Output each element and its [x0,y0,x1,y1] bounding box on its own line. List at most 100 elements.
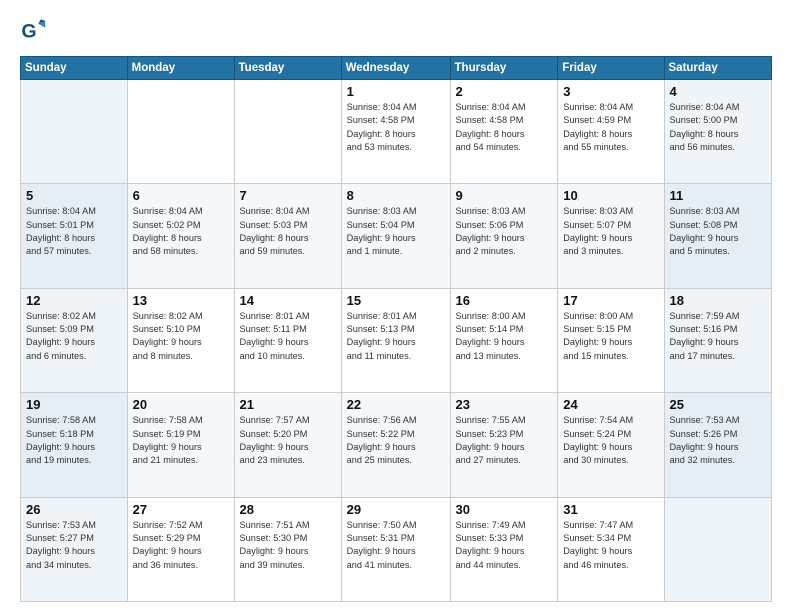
day-info: Sunrise: 7:55 AM Sunset: 5:23 PM Dayligh… [456,414,553,467]
calendar-cell: 20 Sunrise: 7:58 AM Sunset: 5:19 PM Dayli… [127,393,234,497]
day-info: Sunrise: 7:56 AM Sunset: 5:22 PM Dayligh… [347,414,445,467]
calendar-cell: 28 Sunrise: 7:51 AM Sunset: 5:30 PM Dayli… [234,497,341,601]
calendar-cell: 10Sunrise: 8:03 AM Sunset: 5:07 PM Dayli… [558,184,664,288]
weekday-wednesday: Wednesday [341,57,450,80]
day-number: 15 [347,293,445,308]
day-info: Sunrise: 8:03 AM Sunset: 5:08 PM Dayligh… [670,205,767,258]
calendar-cell: 25 Sunrise: 7:53 AM Sunset: 5:26 PM Dayli… [664,393,772,497]
week-row-2: 5Sunrise: 8:04 AM Sunset: 5:01 PM Daylig… [21,184,772,288]
day-number: 29 [347,502,445,517]
calendar-cell: 21 Sunrise: 7:57 AM Sunset: 5:20 PM Dayli… [234,393,341,497]
day-info: Sunrise: 8:04 AM Sunset: 4:58 PM Dayligh… [347,101,445,154]
day-info: Sunrise: 7:52 AM Sunset: 5:29 PM Dayligh… [133,519,229,572]
weekday-friday: Friday [558,57,664,80]
weekday-header-row: SundayMondayTuesdayWednesdayThursdayFrid… [21,57,772,80]
day-number: 3 [563,84,658,99]
calendar-cell: 16 Sunrise: 8:00 AM Sunset: 5:14 PM Dayli… [450,288,558,392]
day-info: Sunrise: 7:59 AM Sunset: 5:16 PM Dayligh… [670,310,767,363]
calendar-cell: 2 Sunrise: 8:04 AM Sunset: 4:58 PM Daylig… [450,80,558,184]
calendar-cell: 11 Sunrise: 8:03 AM Sunset: 5:08 PM Dayli… [664,184,772,288]
calendar-cell [127,80,234,184]
day-info: Sunrise: 7:53 AM Sunset: 5:26 PM Dayligh… [670,414,767,467]
calendar-cell: 31 Sunrise: 7:47 AM Sunset: 5:34 PM Dayli… [558,497,664,601]
day-info: Sunrise: 8:04 AM Sunset: 4:58 PM Dayligh… [456,101,553,154]
logo: G [20,18,52,46]
day-info: Sunrise: 8:03 AM Sunset: 5:06 PM Dayligh… [456,205,553,258]
calendar-cell: 12 Sunrise: 8:02 AM Sunset: 5:09 PM Dayli… [21,288,128,392]
calendar-cell: 7 Sunrise: 8:04 AM Sunset: 5:03 PM Daylig… [234,184,341,288]
day-info: Sunrise: 8:04 AM Sunset: 5:03 PM Dayligh… [240,205,336,258]
day-info: Sunrise: 8:04 AM Sunset: 5:01 PM Dayligh… [26,205,122,258]
day-info: Sunrise: 7:57 AM Sunset: 5:20 PM Dayligh… [240,414,336,467]
day-number: 21 [240,397,336,412]
day-number: 20 [133,397,229,412]
day-info: Sunrise: 8:02 AM Sunset: 5:09 PM Dayligh… [26,310,122,363]
calendar-cell: 24 Sunrise: 7:54 AM Sunset: 5:24 PM Dayli… [558,393,664,497]
day-number: 28 [240,502,336,517]
calendar-cell: 27 Sunrise: 7:52 AM Sunset: 5:29 PM Dayli… [127,497,234,601]
day-number: 30 [456,502,553,517]
calendar-cell: 5Sunrise: 8:04 AM Sunset: 5:01 PM Daylig… [21,184,128,288]
day-info: Sunrise: 7:53 AM Sunset: 5:27 PM Dayligh… [26,519,122,572]
logo-icon: G [20,18,48,46]
day-number: 2 [456,84,553,99]
day-number: 16 [456,293,553,308]
day-number: 11 [670,188,767,203]
day-number: 25 [670,397,767,412]
day-info: Sunrise: 8:03 AM Sunset: 5:04 PM Dayligh… [347,205,445,258]
calendar-cell: 26 Sunrise: 7:53 AM Sunset: 5:27 PM Dayli… [21,497,128,601]
day-number: 26 [26,502,122,517]
calendar-cell: 9 Sunrise: 8:03 AM Sunset: 5:06 PM Daylig… [450,184,558,288]
day-number: 24 [563,397,658,412]
day-info: Sunrise: 7:54 AM Sunset: 5:24 PM Dayligh… [563,414,658,467]
day-number: 8 [347,188,445,203]
day-info: Sunrise: 7:49 AM Sunset: 5:33 PM Dayligh… [456,519,553,572]
week-row-3: 12 Sunrise: 8:02 AM Sunset: 5:09 PM Dayli… [21,288,772,392]
day-info: Sunrise: 8:01 AM Sunset: 5:11 PM Dayligh… [240,310,336,363]
calendar-cell: 29 Sunrise: 7:50 AM Sunset: 5:31 PM Dayli… [341,497,450,601]
day-info: Sunrise: 7:58 AM Sunset: 5:18 PM Dayligh… [26,414,122,467]
weekday-thursday: Thursday [450,57,558,80]
day-info: Sunrise: 8:00 AM Sunset: 5:14 PM Dayligh… [456,310,553,363]
calendar-cell: 8 Sunrise: 8:03 AM Sunset: 5:04 PM Daylig… [341,184,450,288]
calendar-cell: 14 Sunrise: 8:01 AM Sunset: 5:11 PM Dayli… [234,288,341,392]
calendar-cell: 19 Sunrise: 7:58 AM Sunset: 5:18 PM Dayli… [21,393,128,497]
day-number: 23 [456,397,553,412]
weekday-sunday: Sunday [21,57,128,80]
day-number: 6 [133,188,229,203]
day-info: Sunrise: 7:50 AM Sunset: 5:31 PM Dayligh… [347,519,445,572]
week-row-5: 26 Sunrise: 7:53 AM Sunset: 5:27 PM Dayli… [21,497,772,601]
day-info: Sunrise: 7:58 AM Sunset: 5:19 PM Dayligh… [133,414,229,467]
day-number: 14 [240,293,336,308]
day-number: 7 [240,188,336,203]
day-number: 31 [563,502,658,517]
header: G [20,18,772,46]
day-info: Sunrise: 8:02 AM Sunset: 5:10 PM Dayligh… [133,310,229,363]
day-number: 17 [563,293,658,308]
calendar-cell: 22Sunrise: 7:56 AM Sunset: 5:22 PM Dayli… [341,393,450,497]
day-number: 9 [456,188,553,203]
day-info: Sunrise: 8:04 AM Sunset: 5:02 PM Dayligh… [133,205,229,258]
day-info: Sunrise: 8:01 AM Sunset: 5:13 PM Dayligh… [347,310,445,363]
week-row-4: 19 Sunrise: 7:58 AM Sunset: 5:18 PM Dayli… [21,393,772,497]
calendar-cell: 18 Sunrise: 7:59 AM Sunset: 5:16 PM Dayli… [664,288,772,392]
day-number: 13 [133,293,229,308]
day-number: 18 [670,293,767,308]
day-number: 12 [26,293,122,308]
weekday-saturday: Saturday [664,57,772,80]
calendar-cell: 3 Sunrise: 8:04 AM Sunset: 4:59 PM Daylig… [558,80,664,184]
day-info: Sunrise: 7:51 AM Sunset: 5:30 PM Dayligh… [240,519,336,572]
day-info: Sunrise: 8:04 AM Sunset: 4:59 PM Dayligh… [563,101,658,154]
calendar-cell: 17 Sunrise: 8:00 AM Sunset: 5:15 PM Dayli… [558,288,664,392]
calendar-cell: 6 Sunrise: 8:04 AM Sunset: 5:02 PM Daylig… [127,184,234,288]
day-number: 19 [26,397,122,412]
calendar-cell [234,80,341,184]
svg-text:G: G [21,21,36,43]
day-number: 1 [347,84,445,99]
day-info: Sunrise: 8:00 AM Sunset: 5:15 PM Dayligh… [563,310,658,363]
day-number: 27 [133,502,229,517]
calendar-cell: 30 Sunrise: 7:49 AM Sunset: 5:33 PM Dayli… [450,497,558,601]
calendar-cell [21,80,128,184]
calendar: SundayMondayTuesdayWednesdayThursdayFrid… [20,56,772,602]
day-info: Sunrise: 7:47 AM Sunset: 5:34 PM Dayligh… [563,519,658,572]
